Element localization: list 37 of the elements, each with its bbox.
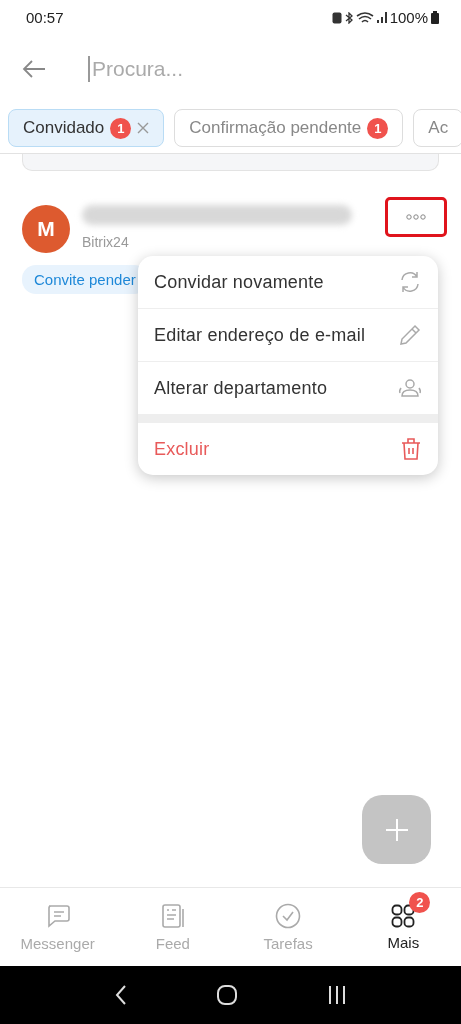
avatar: M	[22, 205, 70, 253]
home-icon[interactable]	[216, 984, 239, 1006]
close-icon[interactable]	[137, 122, 150, 134]
people-icon	[398, 376, 422, 400]
check-circle-icon	[275, 902, 302, 929]
filter-chip[interactable]: Confirmação pendente 1	[174, 109, 404, 147]
filter-chip[interactable]: Convidado 1	[8, 109, 165, 147]
nav-tab[interactable]: 2 Mais	[345, 888, 461, 966]
trash-icon	[400, 437, 422, 461]
count-badge: 1	[110, 117, 132, 139]
wifi-icon	[355, 11, 374, 24]
more-icon	[406, 214, 426, 220]
refresh-icon	[398, 270, 422, 294]
feed-icon	[159, 902, 186, 929]
menu-item[interactable]: Excluir	[138, 423, 438, 475]
search-field[interactable]: Procura...	[88, 56, 394, 82]
count-badge: 1	[367, 117, 389, 139]
pencil-icon	[398, 323, 422, 347]
nav-tab[interactable]: Tarefas	[230, 888, 346, 966]
bluetooth-icon	[344, 11, 353, 24]
recents-icon[interactable]	[326, 985, 347, 1005]
nav-tab[interactable]: Feed	[115, 888, 231, 966]
user-company: Bitrix24	[82, 234, 130, 250]
battery-icon	[431, 11, 439, 24]
menu-item[interactable]: Convidar novamente	[138, 256, 438, 309]
notification-icon	[331, 11, 342, 24]
back-icon[interactable]	[114, 984, 129, 1006]
status-time: 00:57	[26, 9, 64, 26]
grid-icon	[391, 903, 416, 928]
more-button[interactable]	[385, 197, 447, 237]
battery-level: 100%	[389, 9, 428, 26]
notification-badge: 2	[409, 891, 431, 913]
signal-icon	[376, 12, 387, 23]
filter-chip[interactable]: Ac	[413, 109, 461, 147]
plus-icon	[384, 817, 409, 842]
menu-item[interactable]: Editar endereço de e-mail	[138, 309, 438, 362]
nav-tab[interactable]: Messenger	[0, 888, 116, 966]
